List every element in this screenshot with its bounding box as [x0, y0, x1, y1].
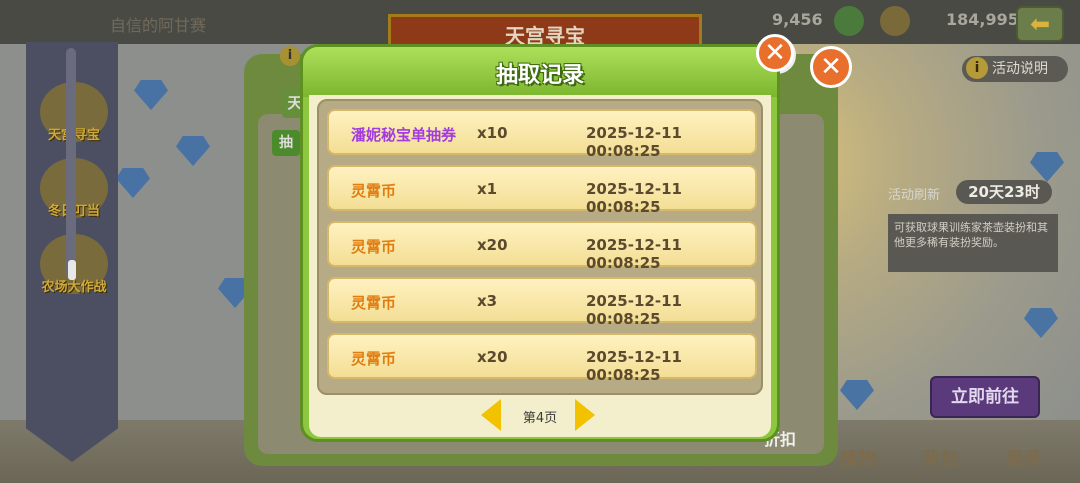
- activity-help-label: 活动说明: [992, 61, 1048, 77]
- record-item-name: 灵霄币: [351, 350, 397, 368]
- record-item-name: 灵霄币: [351, 182, 397, 200]
- back-button[interactable]: ⬅: [1016, 6, 1064, 42]
- refresh-countdown: 20天23时: [956, 180, 1052, 204]
- back-arrow-icon: ⬅: [1029, 10, 1051, 38]
- record-time: 2025-12-11 00:08:25: [586, 348, 682, 384]
- page-indicator: 第4页: [522, 411, 558, 426]
- panel-close-button[interactable]: ✕: [810, 46, 852, 88]
- record-item-name: 潘妮秘宝单抽券: [351, 126, 457, 144]
- record-row: 潘妮秘宝单抽券 x10 2025-12-11 00:08:25: [327, 109, 757, 160]
- sidebar-scrollbar[interactable]: [66, 48, 76, 278]
- resource-2-value: 184,995: [946, 10, 1019, 29]
- bottom-tab-galaxy[interactable]: 星系: [1006, 445, 1042, 471]
- reward-description: 可获取球果训练家茶壶装扮和其他更多稀有装扮奖励。: [888, 214, 1058, 272]
- modal-close-button[interactable]: ✕: [756, 34, 794, 72]
- plus-coin-icon[interactable]: [834, 6, 864, 36]
- record-time: 2025-12-11 00:08:25: [586, 236, 682, 272]
- close-x-icon: ✕: [820, 52, 842, 82]
- close-x-icon: ✕: [764, 38, 786, 68]
- record-item-name: 灵霄币: [351, 294, 397, 312]
- activity-help-button[interactable]: i 活动说明: [962, 56, 1068, 82]
- bottom-tab-plants[interactable]: 植物: [840, 445, 876, 471]
- next-page-arrow-icon[interactable]: [575, 399, 595, 431]
- record-quantity: x3: [477, 292, 498, 310]
- record-quantity: x20: [477, 348, 508, 366]
- record-list: 潘妮秘宝单抽券 x10 2025-12-11 00:08:25 灵霄币 x1 2…: [317, 99, 763, 395]
- draw-tab[interactable]: 抽: [272, 130, 300, 156]
- go-now-button[interactable]: 立即前往: [930, 376, 1040, 418]
- topbar-title: 自信的阿甘赛: [110, 16, 207, 35]
- info-icon: i: [966, 57, 988, 79]
- record-item-name: 灵霄币: [351, 238, 397, 256]
- draw-record-modal: 抽取记录 潘妮秘宝单抽券 x10 2025-12-11 00:08:25 灵霄币…: [300, 44, 780, 442]
- record-time: 2025-12-11 00:08:25: [586, 180, 682, 216]
- modal-title: 抽取记录: [495, 63, 584, 88]
- record-row: 灵霄币 x3 2025-12-11 00:08:25: [327, 277, 757, 328]
- sidebar-scroll-thumb[interactable]: [68, 260, 76, 280]
- refresh-label: 活动刷新: [888, 188, 941, 203]
- record-quantity: x20: [477, 236, 508, 254]
- coin-icon: [880, 6, 910, 36]
- record-row: 灵霄币 x20 2025-12-11 00:08:25: [327, 333, 757, 384]
- record-quantity: x1: [477, 180, 498, 198]
- record-quantity: x10: [477, 124, 508, 142]
- info-icon[interactable]: i: [280, 46, 300, 66]
- record-row: 灵霄币 x1 2025-12-11 00:08:25: [327, 165, 757, 216]
- bottom-tab-bag[interactable]: 背包: [922, 445, 958, 471]
- record-time: 2025-12-11 00:08:25: [586, 124, 682, 160]
- record-time: 2025-12-11 00:08:25: [586, 292, 682, 328]
- record-row: 灵霄币 x20 2025-12-11 00:08:25: [327, 221, 757, 272]
- resource-1-value: 9,456: [772, 10, 823, 29]
